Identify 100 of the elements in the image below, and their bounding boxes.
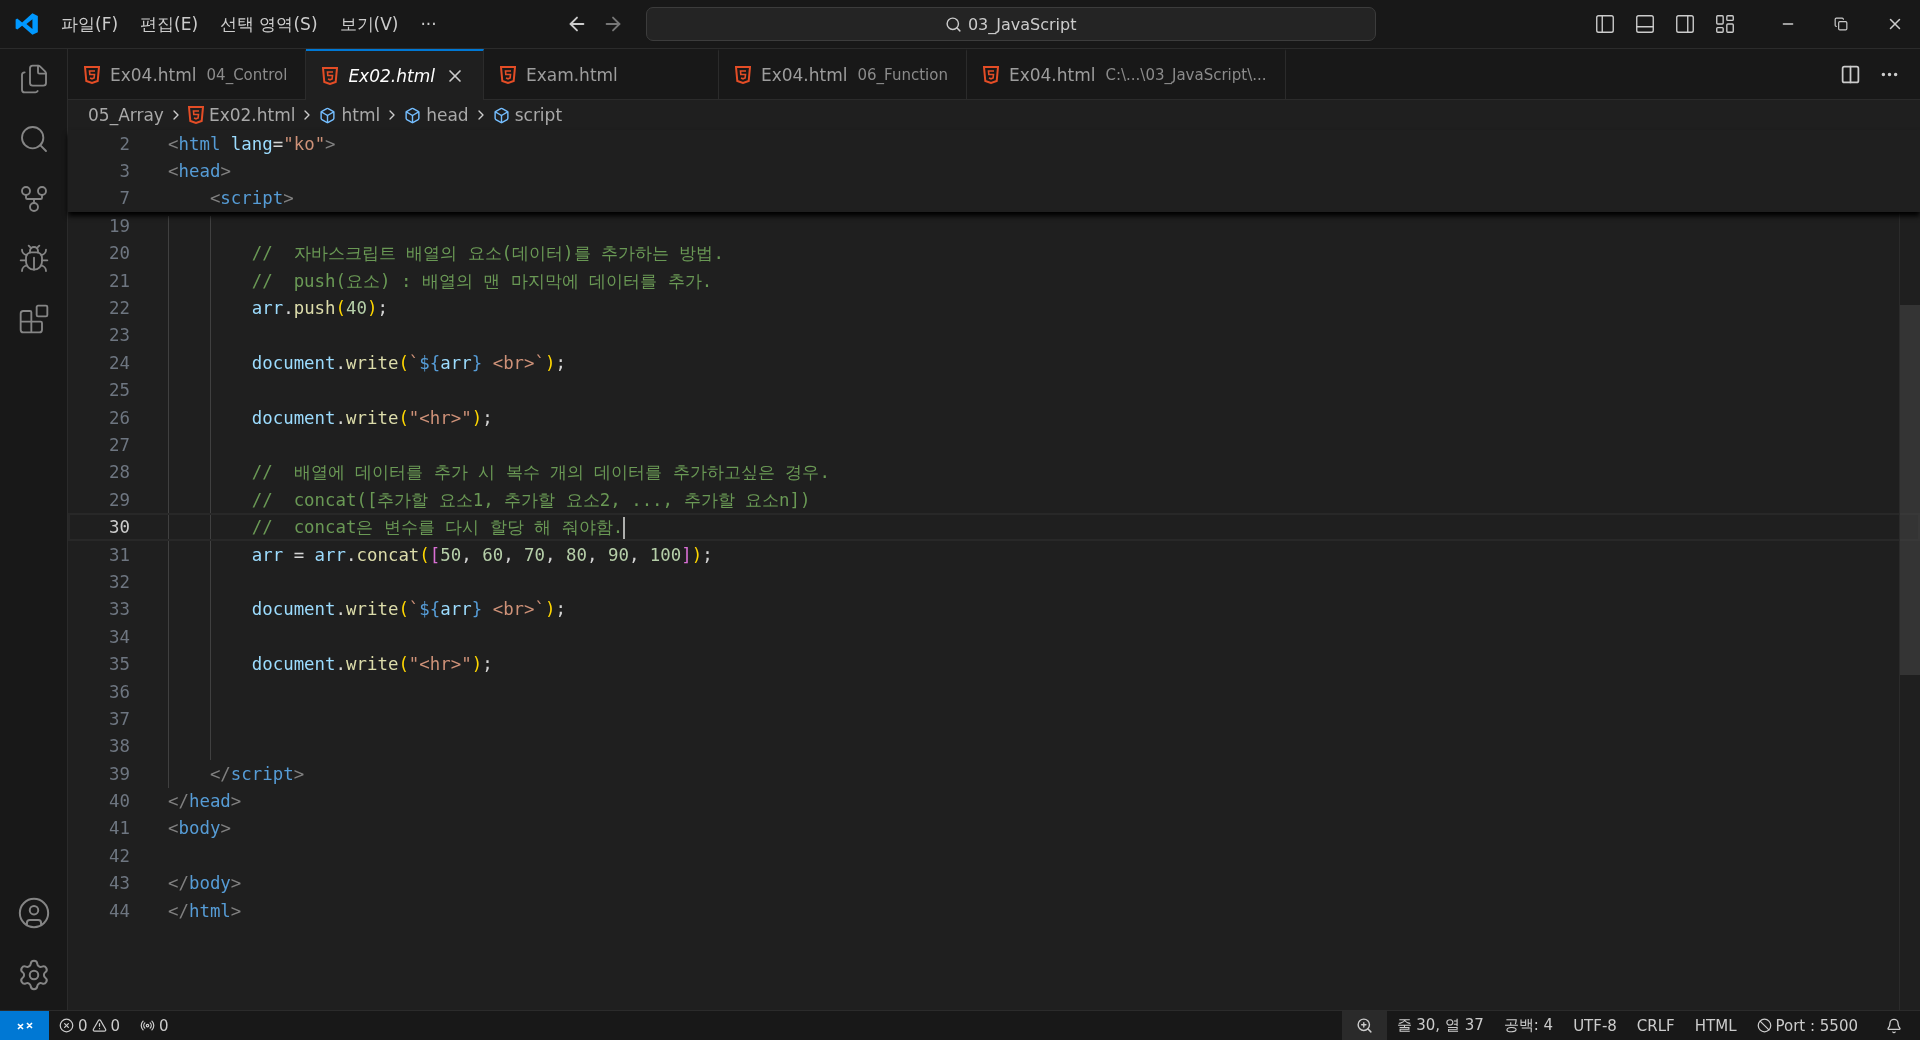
panel-bottom-icon[interactable] <box>1634 13 1656 35</box>
tab-description: C:\...\03_JavaScript\... <box>1105 66 1267 84</box>
line-number: 42 <box>108 845 130 866</box>
line-number: 33 <box>108 599 130 620</box>
tab-description: 06_Function <box>857 66 948 84</box>
restore-icon[interactable] <box>1834 17 1848 31</box>
line-number: 24 <box>108 352 130 373</box>
breadcrumb-item[interactable]: head <box>404 105 469 125</box>
line-number: 30 <box>108 517 130 538</box>
search-icon <box>944 15 962 33</box>
breadcrumb-item[interactable]: script <box>492 105 563 125</box>
line-number: 7 <box>118 188 130 209</box>
code-line: <script> <box>208 188 294 209</box>
code-line: // push(요소) : 배열의 맨 마지막에 데이터를 추가. <box>250 269 713 293</box>
code-line: </script> <box>208 763 305 784</box>
code-line: // 배열에 데이터를 추가 시 복수 개의 데이터를 추가하고싶은 경우. <box>250 461 830 485</box>
zoom-button[interactable] <box>1341 1011 1387 1040</box>
code-line: </html> <box>168 900 242 921</box>
extensions-icon[interactable] <box>17 303 50 335</box>
code-line: arr = arr.concat([50, 60, 70, 80, 90, 100]); <box>250 544 713 565</box>
bell-icon <box>1886 1017 1902 1034</box>
menu-item[interactable]: 보기(V) <box>330 8 408 40</box>
html-file-icon <box>499 66 516 84</box>
app-logo-icon <box>14 11 40 37</box>
remote-button[interactable] <box>0 1011 49 1040</box>
cube-icon <box>492 106 510 124</box>
line-number: 20 <box>108 243 130 264</box>
run-debug-icon[interactable] <box>17 243 50 275</box>
code-line: </body> <box>168 873 242 894</box>
cube-icon <box>404 106 422 124</box>
panel-left-icon[interactable] <box>1594 13 1616 35</box>
line-ending-status[interactable]: CRLF <box>1626 1011 1685 1040</box>
code-line: <html lang="ko"> <box>168 133 336 154</box>
code-line: document.write(`${arr} <br>`); <box>250 599 566 620</box>
line-number: 21 <box>108 270 130 291</box>
code-line: // concat([추가할 요소1, 추가할 요소2, ..., 추가할 요소n]) <box>250 488 811 512</box>
panel-right-icon[interactable] <box>1674 13 1696 35</box>
line-number: 37 <box>108 708 130 729</box>
line-number: 40 <box>108 791 130 812</box>
line-number: 29 <box>108 489 130 510</box>
line-number: 43 <box>108 873 130 894</box>
code-line: arr.push(40); <box>250 298 388 319</box>
tab-description: 04_Control <box>206 66 288 84</box>
line-number: 3 <box>118 161 130 182</box>
breadcrumb-item[interactable]: html <box>319 105 381 125</box>
live-server-status[interactable]: Port : 5500 <box>1746 1011 1868 1040</box>
indentation-status[interactable]: 공백: 4 <box>1493 1011 1564 1040</box>
line-number: 22 <box>108 298 130 319</box>
warning-icon <box>91 1018 107 1033</box>
menu-item[interactable]: ··· <box>411 10 446 38</box>
line-number: 39 <box>108 763 130 784</box>
line-number: 32 <box>108 571 130 592</box>
problems-status[interactable]: 0 0 <box>49 1011 131 1040</box>
line-number: 34 <box>108 626 130 647</box>
html-file-icon <box>84 66 100 84</box>
cube-icon <box>319 106 337 124</box>
cursor-position[interactable]: 줄 30, 열 37 <box>1386 1011 1494 1040</box>
account-icon[interactable] <box>16 896 51 930</box>
code-line: </head> <box>168 791 242 812</box>
code-line: // concat은 변수를 다시 할당 해 줘야함. <box>250 516 626 540</box>
line-number: 41 <box>108 818 130 839</box>
scrollbar-thumb[interactable] <box>1900 305 1920 675</box>
zoom-in-icon <box>1355 1017 1373 1034</box>
line-number: 44 <box>108 900 130 921</box>
error-icon <box>59 1018 74 1033</box>
line-number: 27 <box>108 435 130 455</box>
code-line: <body> <box>168 818 231 839</box>
html-file-icon <box>734 66 751 84</box>
code-line: document.write("<hr>"); <box>250 407 493 428</box>
html-file-icon <box>322 66 339 85</box>
html-file-icon <box>982 66 999 84</box>
line-number: 19 <box>108 215 130 236</box>
encoding-status[interactable]: UTF-8 <box>1563 1011 1627 1040</box>
code-line: document.write("<hr>"); <box>250 654 493 675</box>
menu-item[interactable]: 선택 영역(S) <box>211 8 327 40</box>
line-number: 31 <box>108 544 130 565</box>
prohibited-icon <box>1756 1018 1772 1033</box>
language-status[interactable]: HTML <box>1684 1011 1747 1040</box>
line-number: 26 <box>108 407 130 428</box>
line-number: 35 <box>108 654 130 675</box>
search-field[interactable]: 03_JavaScript <box>645 7 1376 41</box>
breadcrumb-item[interactable]: 05_Array <box>88 105 164 125</box>
line-number: 36 <box>108 681 130 702</box>
line-number: 2 <box>118 133 130 154</box>
line-number: 28 <box>108 462 130 483</box>
code-line: // 자바스크립트 배열의 요소(데이터)를 추가하는 방법. <box>250 242 724 266</box>
line-number: 23 <box>108 325 130 346</box>
breadcrumb-item[interactable]: Ex02.html <box>187 105 296 125</box>
broadcast-icon <box>140 1018 156 1033</box>
menu-item[interactable]: 파일(F) <box>52 8 128 40</box>
html-file-icon <box>187 106 204 124</box>
code-line: document.write(`${arr} <br>`); <box>250 352 566 373</box>
ports-status[interactable]: 0 <box>130 1011 179 1040</box>
editor-tab[interactable]: Ex02.html <box>306 49 484 100</box>
layout-icon[interactable] <box>1714 13 1736 35</box>
split-editor-icon[interactable] <box>1840 63 1861 85</box>
line-number: 25 <box>108 380 130 401</box>
menu-item[interactable]: 편집(E) <box>131 8 208 40</box>
code-line: <head> <box>168 161 231 182</box>
line-number: 38 <box>108 736 130 757</box>
